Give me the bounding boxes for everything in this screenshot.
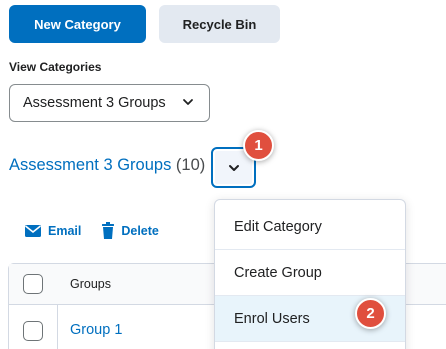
- menu-item-create-group[interactable]: Create Group: [215, 250, 405, 296]
- email-label: Email: [48, 224, 82, 238]
- new-category-button[interactable]: New Category: [9, 5, 146, 43]
- groups-column-header: Groups: [70, 277, 111, 291]
- table-row-link[interactable]: Group 1: [70, 322, 122, 338]
- chevron-down-icon: [228, 164, 239, 171]
- chevron-down-icon: [183, 99, 193, 105]
- trash-icon: [102, 222, 115, 239]
- group-actions-bar: Email Delete: [24, 222, 159, 240]
- view-categories-selected: Assessment 3 Groups: [23, 95, 166, 111]
- view-categories-select[interactable]: Assessment 3 Groups: [9, 84, 210, 122]
- category-heading: Assessment 3 Groups (10): [9, 156, 205, 175]
- delete-label: Delete: [121, 224, 159, 238]
- step-marker-1: 1: [243, 130, 274, 161]
- delete-button[interactable]: Delete: [101, 222, 159, 240]
- category-count: (10): [175, 156, 206, 174]
- mail-icon: [25, 225, 41, 237]
- step-marker-2: 2: [355, 298, 386, 329]
- row-checkbox[interactable]: [23, 321, 43, 341]
- menu-item-edit-category[interactable]: Edit Category: [215, 204, 405, 250]
- view-categories-label: View Categories: [9, 60, 102, 74]
- category-title-link[interactable]: Assessment 3 Groups: [9, 156, 171, 174]
- recycle-bin-button[interactable]: Recycle Bin: [159, 5, 280, 43]
- email-button[interactable]: Email: [24, 224, 81, 238]
- select-all-checkbox[interactable]: [23, 274, 43, 294]
